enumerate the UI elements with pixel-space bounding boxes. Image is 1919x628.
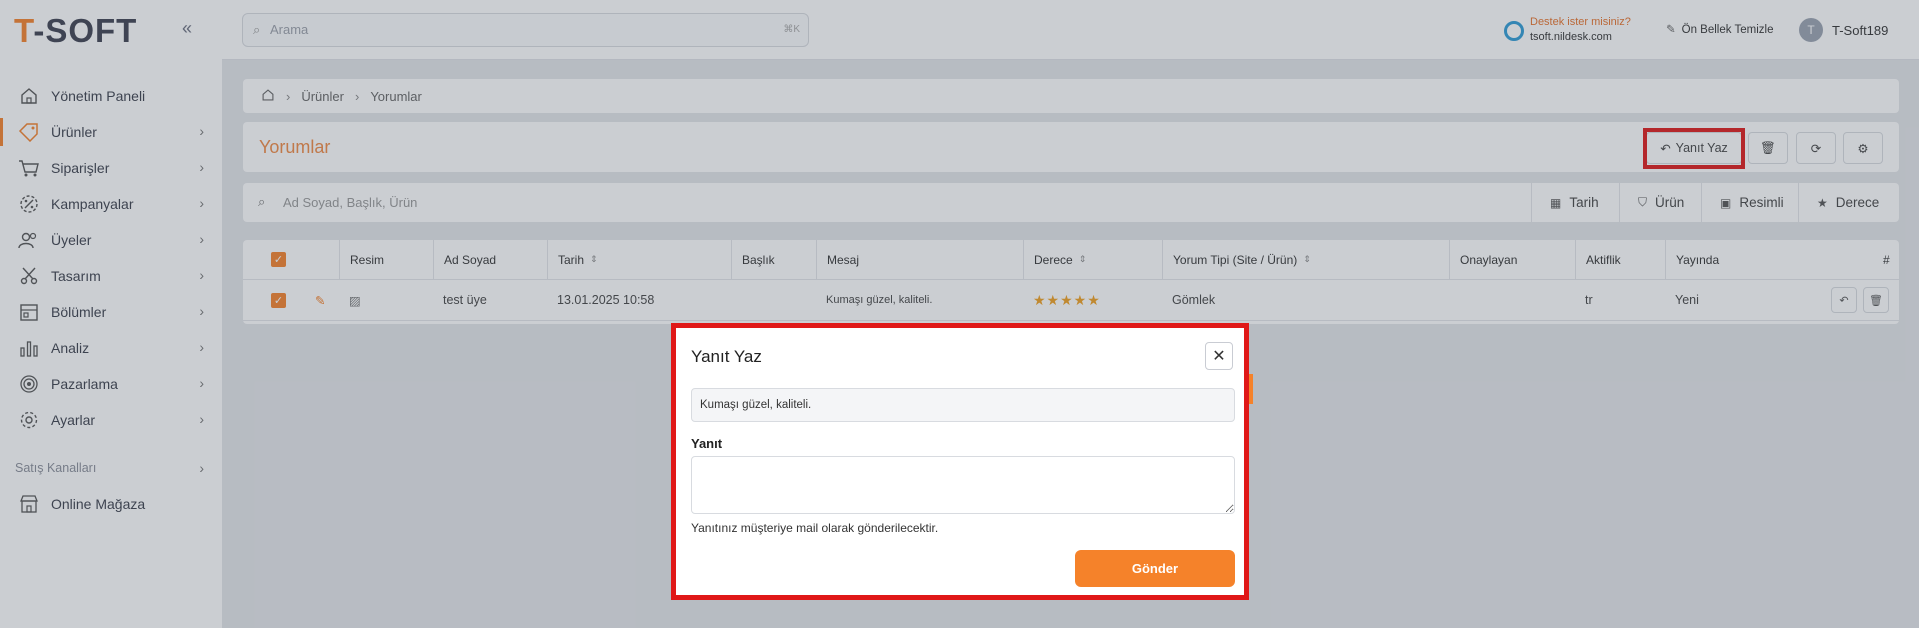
reply-field-label: Yanıt: [691, 436, 723, 451]
send-button[interactable]: Gönder: [1075, 550, 1235, 587]
reply-hint: Yanıtınız müşteriye mail olarak gönderil…: [691, 521, 939, 535]
reply-textarea[interactable]: [691, 456, 1235, 514]
close-icon: ✕: [1212, 348, 1226, 365]
reply-modal: Yanıt Yaz ✕ Kumaşı güzel, kaliteli. Yanı…: [671, 323, 1249, 600]
close-button[interactable]: ✕: [1205, 342, 1233, 370]
original-message: Kumaşı güzel, kaliteli.: [691, 388, 1235, 422]
modal-title: Yanıt Yaz: [691, 347, 762, 366]
modal-side-accent: [1249, 374, 1253, 404]
